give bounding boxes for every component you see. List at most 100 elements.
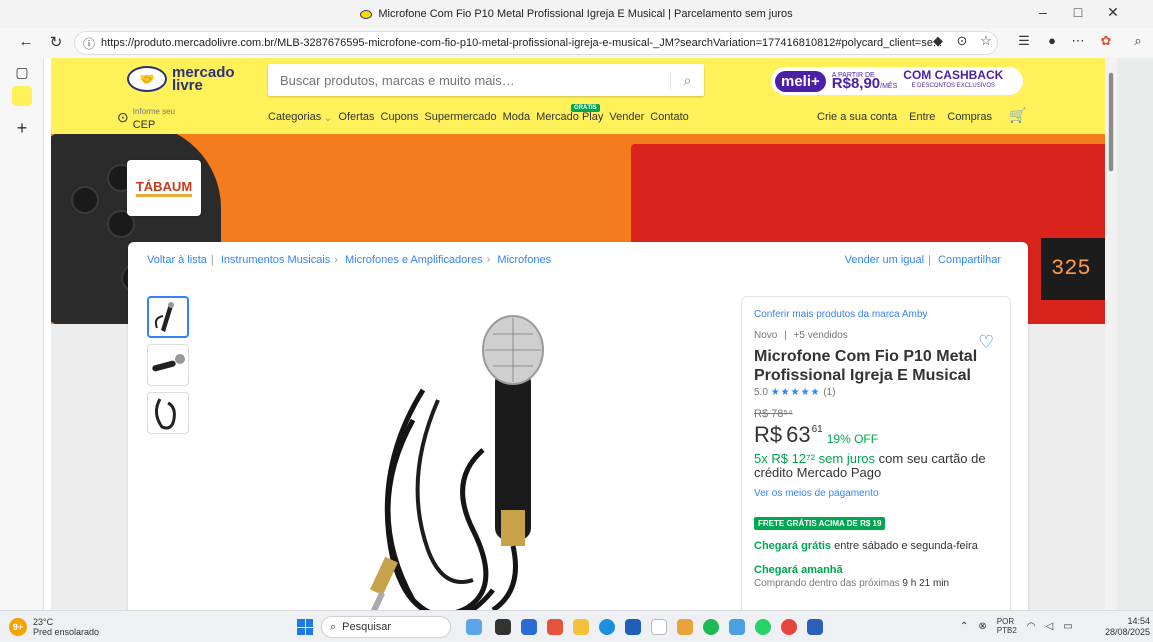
favorites-list-icon[interactable]: ☰	[1014, 33, 1034, 49]
price-integer: 63	[786, 422, 811, 447]
close-window-button[interactable]: ✕	[1098, 4, 1128, 21]
word-app-icon[interactable]	[807, 619, 823, 635]
microphone-side-icon	[152, 354, 185, 372]
product-thumbnail[interactable]	[147, 392, 189, 434]
chevron-up-icon[interactable]: ⌃	[960, 621, 968, 632]
price-currency: R$	[754, 422, 783, 447]
photos-app-icon[interactable]	[729, 619, 745, 635]
notepad-app-icon[interactable]	[651, 619, 667, 635]
outlook-app-icon[interactable]	[521, 619, 537, 635]
heart-icon[interactable]: ♡	[978, 333, 996, 351]
copilot-app-icon[interactable]	[547, 619, 563, 635]
copilot-icon[interactable]: ✿	[1096, 33, 1116, 49]
minimize-button[interactable]: –	[1028, 4, 1058, 20]
weather-badge: 9+	[9, 618, 27, 636]
microphone-thumb-icon	[154, 302, 174, 332]
sell-similar-link[interactable]: Vender um igual	[845, 254, 925, 266]
old-price: R$ 78⁵⁴	[754, 408, 793, 420]
arrival-highlight: Chegará grátis	[754, 540, 832, 552]
cart-icon[interactable]: 🛒	[1009, 107, 1026, 124]
menu-mercado-play[interactable]: Mercado Play	[536, 111, 603, 124]
purchases-link[interactable]: Compras	[947, 111, 992, 123]
reload-button[interactable]: ↻	[44, 33, 68, 51]
sidebar-search-icon[interactable]: ⌕	[1128, 33, 1148, 49]
create-account-link[interactable]: Crie a sua conta	[817, 111, 897, 123]
taskbar-search[interactable]: ⌕ Pesquisar	[321, 616, 451, 638]
explorer-app-icon[interactable]	[573, 619, 589, 635]
language-indicator[interactable]: POR PTB2	[997, 617, 1017, 635]
menu-moda[interactable]: Moda	[503, 111, 531, 124]
profile-avatar-icon[interactable]: ●	[1042, 33, 1062, 48]
active-tab-favicon-icon[interactable]	[12, 86, 32, 106]
product-thumbnail[interactable]	[147, 344, 189, 386]
menu-vender[interactable]: Vender	[609, 111, 644, 124]
weather-widget[interactable]: 9+ 23°C Pred ensolarado	[9, 617, 99, 637]
breadcrumb-item[interactable]: Microfones e Amplificadores	[345, 254, 483, 266]
menu-cupons[interactable]: Cupons	[381, 111, 419, 124]
brand-products-link[interactable]: Conferir mais produtos da marca Amby	[754, 309, 998, 320]
windows-start-icon[interactable]	[297, 619, 313, 635]
whatsapp-app-icon[interactable]	[755, 619, 771, 635]
back-to-list-link[interactable]: Voltar à lista	[147, 254, 207, 266]
address-bar[interactable]: ⓘ https://produto.mercadolivre.com.br/ML…	[74, 31, 998, 55]
menu-categorias[interactable]: Categorias	[268, 111, 321, 124]
cep-value: CEP	[132, 119, 156, 131]
mercadolivre-favicon-icon	[360, 9, 373, 19]
mercadolivre-logo[interactable]: 🤝 mercado livre	[127, 65, 235, 93]
scrollbar-thumb[interactable]	[1108, 72, 1114, 172]
handshake-icon: 🤝	[127, 66, 167, 92]
maximize-button[interactable]: □	[1063, 4, 1093, 20]
rating[interactable]: 5.0 ★★★★★ (1)	[754, 387, 998, 398]
meli-plus-banner[interactable]: meli+ A PARTIR DE R$8,90/MÊS COM CASHBAC…	[771, 67, 1023, 95]
clock[interactable]: 14:54 28/08/2025	[1098, 616, 1150, 638]
product-main-image[interactable]	[353, 310, 593, 610]
widgets-app-icon[interactable]	[466, 619, 482, 635]
taskview-app-icon[interactable]	[495, 619, 511, 635]
extension-icon[interactable]: ⊙	[952, 33, 972, 49]
condition-divider: |	[784, 330, 787, 341]
store-app-icon[interactable]	[625, 619, 641, 635]
rating-score: 5.0	[754, 387, 768, 398]
meli-cashback-sub: E DESCONTOS EXCLUSIVOS	[911, 83, 996, 89]
order-within-prefix: Comprando dentro das próximas	[754, 578, 900, 589]
more-menu-icon[interactable]: ⋯	[1068, 33, 1088, 49]
back-button[interactable]: ←	[14, 33, 38, 50]
digital-display: 325	[1041, 238, 1105, 300]
spotify-app-icon[interactable]	[703, 619, 719, 635]
chrome-app-icon[interactable]	[781, 619, 797, 635]
network-icon[interactable]: ⊗	[978, 621, 986, 632]
tag-icon[interactable]: ◆	[928, 33, 948, 49]
menu-contato[interactable]: Contato	[650, 111, 689, 124]
cep-selector[interactable]: ⊙ Informe seu CEP	[117, 103, 175, 131]
chevron-down-icon: ⌄	[323, 112, 333, 124]
wifi-icon[interactable]: ◠	[1027, 621, 1036, 632]
language-code: POR	[996, 617, 1015, 626]
product-thumbnail[interactable]	[147, 296, 189, 338]
breadcrumb-item[interactable]: Microfones	[497, 254, 551, 266]
cable-icon	[155, 398, 176, 430]
tab-actions-icon[interactable]: ▢	[12, 64, 32, 84]
volume-icon[interactable]: ◁	[1046, 621, 1054, 632]
menu-supermercado[interactable]: Supermercado	[424, 111, 496, 124]
store-brand-logo[interactable]: TÁBAUM	[127, 160, 201, 216]
url-text[interactable]: https://produto.mercadolivre.com.br/MLB-…	[101, 37, 942, 49]
login-link[interactable]: Entre	[909, 111, 935, 123]
page-scrollbar[interactable]	[1105, 58, 1117, 610]
favorite-star-icon[interactable]: ☆	[976, 33, 996, 49]
settings-app-icon[interactable]	[677, 619, 693, 635]
share-link[interactable]: Compartilhar	[938, 254, 1001, 266]
location-pin-icon: ⊙	[117, 108, 129, 125]
screen: Microfone Com Fio P10 Metal Profissional…	[0, 0, 1153, 642]
payment-methods-link[interactable]: Ver os meios de pagamento	[754, 488, 998, 499]
ml-header: 🤝 mercado livre ⌕ meli+ A PARTIR DE R$8,…	[51, 58, 1105, 134]
search-icon[interactable]: ⌕	[670, 71, 704, 89]
edge-app-icon[interactable]	[599, 619, 615, 635]
site-info-icon[interactable]: ⓘ	[83, 35, 95, 52]
page-viewport: 🤝 mercado livre ⌕ meli+ A PARTIR DE R$8,…	[51, 58, 1105, 610]
cep-label: Informe seu	[132, 107, 175, 116]
breadcrumb-item[interactable]: Instrumentos Musicais	[221, 254, 330, 266]
menu-ofertas[interactable]: Ofertas	[338, 111, 374, 124]
battery-icon[interactable]: ▭	[1063, 621, 1072, 632]
new-tab-icon[interactable]: +	[12, 118, 32, 138]
search-input[interactable]	[280, 72, 670, 88]
